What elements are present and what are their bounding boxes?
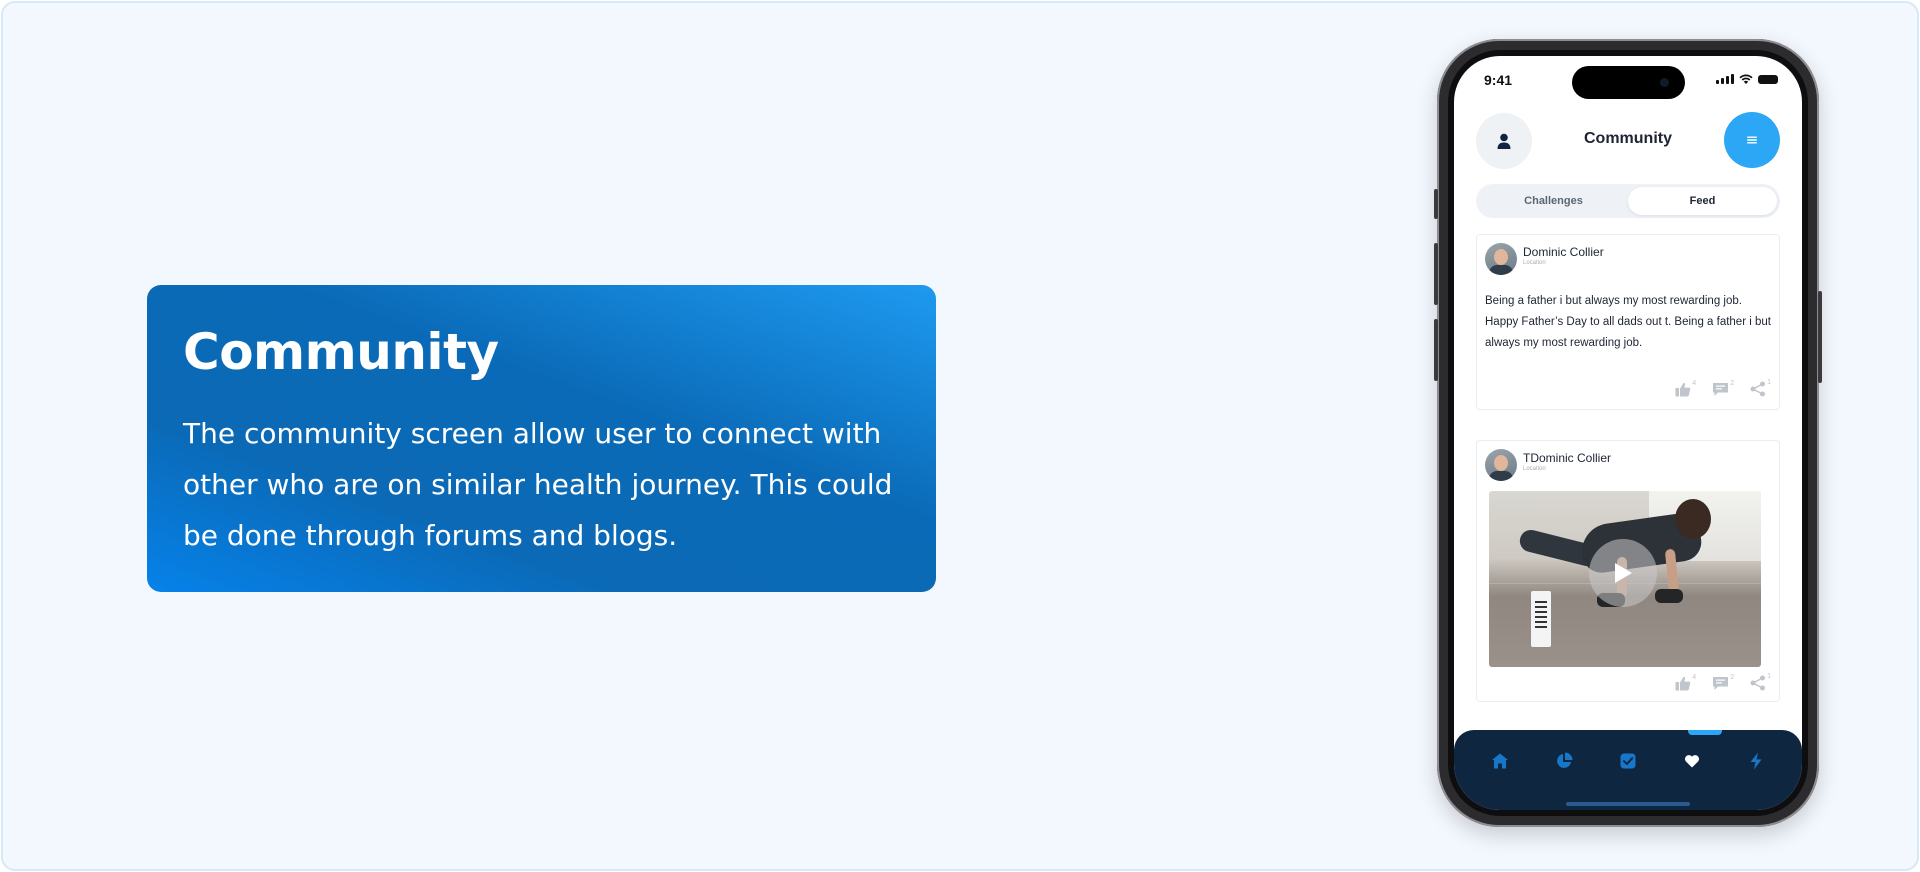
share-count: 1 (1767, 673, 1771, 680)
active-tab-indicator (1688, 730, 1722, 735)
status-icons (1716, 74, 1778, 84)
nav-community[interactable] (1681, 750, 1703, 772)
phone-screen: 9:41 Community Challenges Feed Dominic C… (1454, 56, 1802, 810)
share-count: 1 (1767, 379, 1771, 386)
drink-carton (1531, 591, 1551, 647)
like-button[interactable]: 4 (1675, 673, 1697, 691)
camera-icon (1660, 78, 1669, 87)
phone-mockup: 9:41 Community Challenges Feed Dominic C… (1434, 39, 1822, 827)
bottom-nav (1454, 730, 1802, 810)
post-actions: 4 2 1 (1675, 673, 1771, 691)
nav-activity[interactable] (1745, 750, 1767, 772)
comment-count: 2 (1730, 379, 1735, 387)
status-time: 9:41 (1484, 72, 1513, 88)
share-icon (1750, 675, 1766, 691)
share-button[interactable]: 1 (1750, 673, 1771, 691)
thumbs-up-icon (1675, 382, 1691, 396)
phone-power-button (1818, 291, 1822, 383)
post-location: Location (1523, 260, 1546, 266)
tab-challenges[interactable]: Challenges (1479, 187, 1628, 215)
pie-chart-icon (1557, 752, 1573, 768)
dynamic-island (1572, 66, 1685, 99)
signal-icon (1716, 74, 1734, 84)
phone-action-button (1434, 189, 1438, 219)
tab-feed[interactable]: Feed (1628, 187, 1777, 215)
post-author[interactable]: TDominic Collier (1523, 451, 1611, 465)
post-actions: 4 2 1 (1675, 379, 1771, 397)
like-count: 4 (1692, 379, 1697, 387)
play-button[interactable] (1589, 539, 1657, 607)
comment-icon (1713, 382, 1729, 396)
tab-switcher: Challenges Feed (1476, 184, 1780, 218)
feed-post: TDominic Collier Location 4 2 1 (1476, 440, 1780, 702)
comment-button[interactable]: 2 (1712, 379, 1735, 397)
post-video[interactable] (1489, 491, 1761, 667)
share-icon (1750, 381, 1766, 397)
canvas-frame: Community The community screen allow use… (1, 1, 1919, 871)
play-icon (1615, 563, 1632, 583)
wifi-icon (1739, 74, 1753, 84)
nav-stats[interactable] (1553, 750, 1575, 772)
app-header: Community (1476, 112, 1780, 170)
home-icon (1492, 753, 1508, 769)
nav-tasks[interactable] (1617, 750, 1639, 772)
battery-icon (1758, 75, 1778, 84)
menu-button[interactable] (1724, 112, 1780, 168)
heart-icon (1684, 755, 1700, 768)
post-text: Being a father i but always my most rewa… (1485, 295, 1771, 349)
avatar[interactable] (1485, 449, 1517, 481)
share-button[interactable]: 1 (1750, 379, 1771, 397)
menu-icon (1747, 136, 1757, 144)
lightning-icon (1750, 752, 1762, 770)
avatar[interactable] (1485, 243, 1517, 275)
checkbox-icon (1620, 753, 1636, 769)
feed-post: Dominic Collier Location Being a father … (1476, 234, 1780, 410)
thumbs-up-icon (1675, 676, 1691, 690)
comment-icon (1713, 676, 1729, 690)
info-card: Community The community screen allow use… (147, 285, 936, 592)
like-count: 4 (1692, 673, 1697, 681)
phone-bezel: 9:41 Community Challenges Feed Dominic C… (1448, 50, 1808, 816)
post-author[interactable]: Dominic Collier (1523, 245, 1604, 259)
nav-home[interactable] (1489, 750, 1511, 772)
info-title: Community (183, 323, 499, 381)
post-location: Location (1523, 466, 1546, 472)
info-description: The community screen allow user to conne… (183, 417, 893, 552)
home-indicator (1566, 802, 1690, 806)
comment-button[interactable]: 2 (1712, 673, 1735, 691)
like-button[interactable]: 4 (1675, 379, 1697, 397)
phone-volume-up-button (1434, 243, 1438, 305)
comment-count: 2 (1730, 673, 1735, 681)
phone-volume-down-button (1434, 319, 1438, 381)
